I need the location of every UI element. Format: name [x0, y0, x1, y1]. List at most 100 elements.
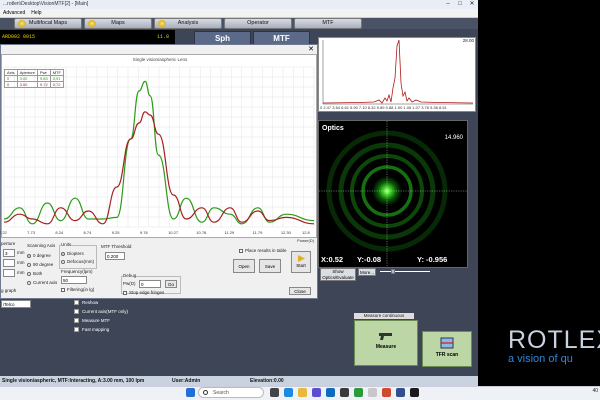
- mtf-threshold-input[interactable]: 0.200: [105, 252, 125, 260]
- dialog-close-icon[interactable]: ✕: [308, 45, 314, 53]
- powerpoint-icon[interactable]: [382, 388, 391, 397]
- tab-analysis[interactable]: Analysis: [154, 18, 222, 29]
- taskbar-search[interactable]: Search: [198, 387, 264, 398]
- outlook-icon[interactable]: [326, 388, 335, 397]
- select-dropdown[interactable]: iTelco: [1, 300, 31, 308]
- mtf-button[interactable]: MTF: [253, 31, 310, 45]
- readout-value: 11.8: [156, 34, 169, 40]
- aperture-input-3[interactable]: [3, 269, 15, 277]
- terminal-icon[interactable]: [410, 388, 419, 397]
- optics-spot-image: [319, 121, 467, 267]
- place-results-option[interactable]: Place results in table: [239, 248, 287, 253]
- fast-mapping-option[interactable]: Fast mapping: [74, 325, 128, 334]
- tab-multifocal-maps[interactable]: Multifocal Maps: [14, 18, 82, 29]
- units-diopters[interactable]: Diopters: [61, 251, 84, 256]
- save-button[interactable]: Save: [259, 259, 281, 273]
- save-label: Save: [264, 264, 276, 269]
- measure-button[interactable]: Measure: [354, 320, 418, 366]
- tab-label: Operator: [247, 20, 269, 26]
- aperture-label: perture: [1, 241, 16, 246]
- scan-current-axis[interactable]: Current axis: [27, 280, 57, 285]
- status-mode: Single vision/aspheric, MTF:Interacting,…: [2, 378, 145, 384]
- maps-icon: [88, 20, 96, 27]
- close-window-button[interactable]: ✕: [466, 0, 478, 9]
- go-button[interactable]: Go: [165, 280, 177, 288]
- optics-x: X:0.52: [321, 255, 344, 264]
- current-axis-label: Current axis(MTF only): [82, 309, 129, 314]
- aperture-input-2[interactable]: [3, 259, 15, 267]
- word-icon[interactable]: [396, 388, 405, 397]
- tab-operator[interactable]: Operator: [224, 18, 292, 29]
- measure-continuous-label[interactable]: Measure continuous: [354, 313, 414, 319]
- menu-advanced[interactable]: Advanced: [3, 9, 25, 17]
- x-tick-label: 7.73: [27, 230, 35, 235]
- app-icon[interactable]: [368, 388, 377, 397]
- task-view-icon[interactable]: [270, 388, 279, 397]
- teams-icon[interactable]: [312, 388, 321, 397]
- scan-both-label: Both: [33, 271, 43, 276]
- maximize-button[interactable]: □: [454, 0, 466, 9]
- window-titlebar: ...rotlen\Desktop\VisionMTF[2] - [Main]: [0, 0, 478, 9]
- scan-0-label: 0 degree: [33, 253, 51, 258]
- tfr-label: TFR scan: [435, 352, 459, 358]
- scan-icon: [440, 337, 454, 349]
- slider-thumb[interactable]: [391, 269, 395, 274]
- results-table: Axis Aperture Pwr MTF 0 3.00 9.83 0.91 0…: [4, 69, 64, 88]
- x-tick-label: 12.30: [280, 230, 291, 235]
- menu-help[interactable]: Help: [31, 9, 41, 17]
- start-icon[interactable]: [186, 388, 195, 397]
- tab-label: Multifocal Maps: [28, 20, 68, 26]
- optics-y: Y:-0.08: [357, 255, 382, 264]
- x-tick-label: 12.8: [302, 230, 310, 235]
- aperture-input[interactable]: 3: [3, 249, 15, 257]
- mtf-dialog: ✕ Single vision/aspheric Lens Axis Apert…: [0, 44, 318, 308]
- more-button[interactable]: More...: [358, 268, 376, 276]
- scan-0-degree[interactable]: 0 degree: [27, 253, 51, 258]
- edge-icon[interactable]: [284, 388, 293, 397]
- reshow-option[interactable]: Reshow: [74, 298, 128, 307]
- current-axis-option[interactable]: Current axis(MTF only): [74, 307, 128, 316]
- histogram-max: 28.00: [462, 38, 474, 43]
- mtf-threshold-label: MTF Threshold: [101, 244, 132, 249]
- store-icon[interactable]: [340, 388, 349, 397]
- aperture-unit-3: mm: [17, 270, 25, 275]
- debug-input[interactable]: 0: [139, 280, 161, 288]
- brand-tagline: a vision of qu: [508, 353, 573, 365]
- optics-slider[interactable]: [380, 269, 430, 274]
- close-button[interactable]: Close: [289, 287, 311, 295]
- debug-label: Debug: [123, 273, 137, 278]
- sph-button[interactable]: Sph: [194, 31, 251, 45]
- scan-both[interactable]: Both: [27, 271, 42, 276]
- scanning-axis-label: Scanning Axis: [27, 243, 56, 248]
- filtering-option[interactable]: Filtering(in lg): [61, 287, 94, 292]
- tab-mtf[interactable]: MTF: [294, 18, 362, 29]
- units-defocus[interactable]: Defocus(mm): [61, 259, 94, 264]
- start-button[interactable]: Start: [291, 251, 311, 273]
- measure-label: Measure: [375, 344, 397, 350]
- x-tick-label: 8.24: [55, 230, 64, 235]
- scan-90-label: 90 degree: [33, 262, 54, 267]
- mtf-chart: Single vision/aspheric Lens Axis Apertur…: [0, 54, 317, 243]
- measure-mtf-option[interactable]: Measure MTF: [74, 316, 128, 325]
- open-button[interactable]: Open: [233, 259, 255, 273]
- optics-scale: 14.960: [444, 135, 463, 141]
- table-row: 0 3.00 9.72 0.72: [4, 81, 64, 88]
- folder-icon[interactable]: [298, 388, 307, 397]
- table-cell: 9.72: [36, 81, 51, 88]
- lens-readout: ARD002 0015 11.8: [0, 30, 175, 44]
- scan-90-degree[interactable]: 90 degree: [27, 262, 53, 267]
- menu-bar: Advanced Help: [0, 9, 478, 18]
- excel-icon[interactable]: [354, 388, 363, 397]
- x-tick-label: 11.79: [252, 230, 263, 235]
- frequency-select[interactable]: 50: [61, 276, 87, 284]
- measure-mtf-label: Measure MTF: [82, 318, 111, 323]
- show-optics-button[interactable]: Show Optics/Evaluate: [320, 268, 356, 281]
- units-defocus-label: Defocus(mm): [67, 259, 95, 264]
- table-cell: 0: [4, 81, 18, 88]
- histogram-line: [322, 39, 474, 104]
- optics-y2: Y: -0.956: [417, 255, 448, 264]
- tab-maps[interactable]: Maps: [84, 18, 152, 29]
- tfr-scan-button[interactable]: TFR scan: [422, 331, 472, 367]
- minimize-button[interactable]: –: [442, 0, 454, 9]
- stop-edge-option[interactable]: Stop edge fringes: [123, 290, 164, 295]
